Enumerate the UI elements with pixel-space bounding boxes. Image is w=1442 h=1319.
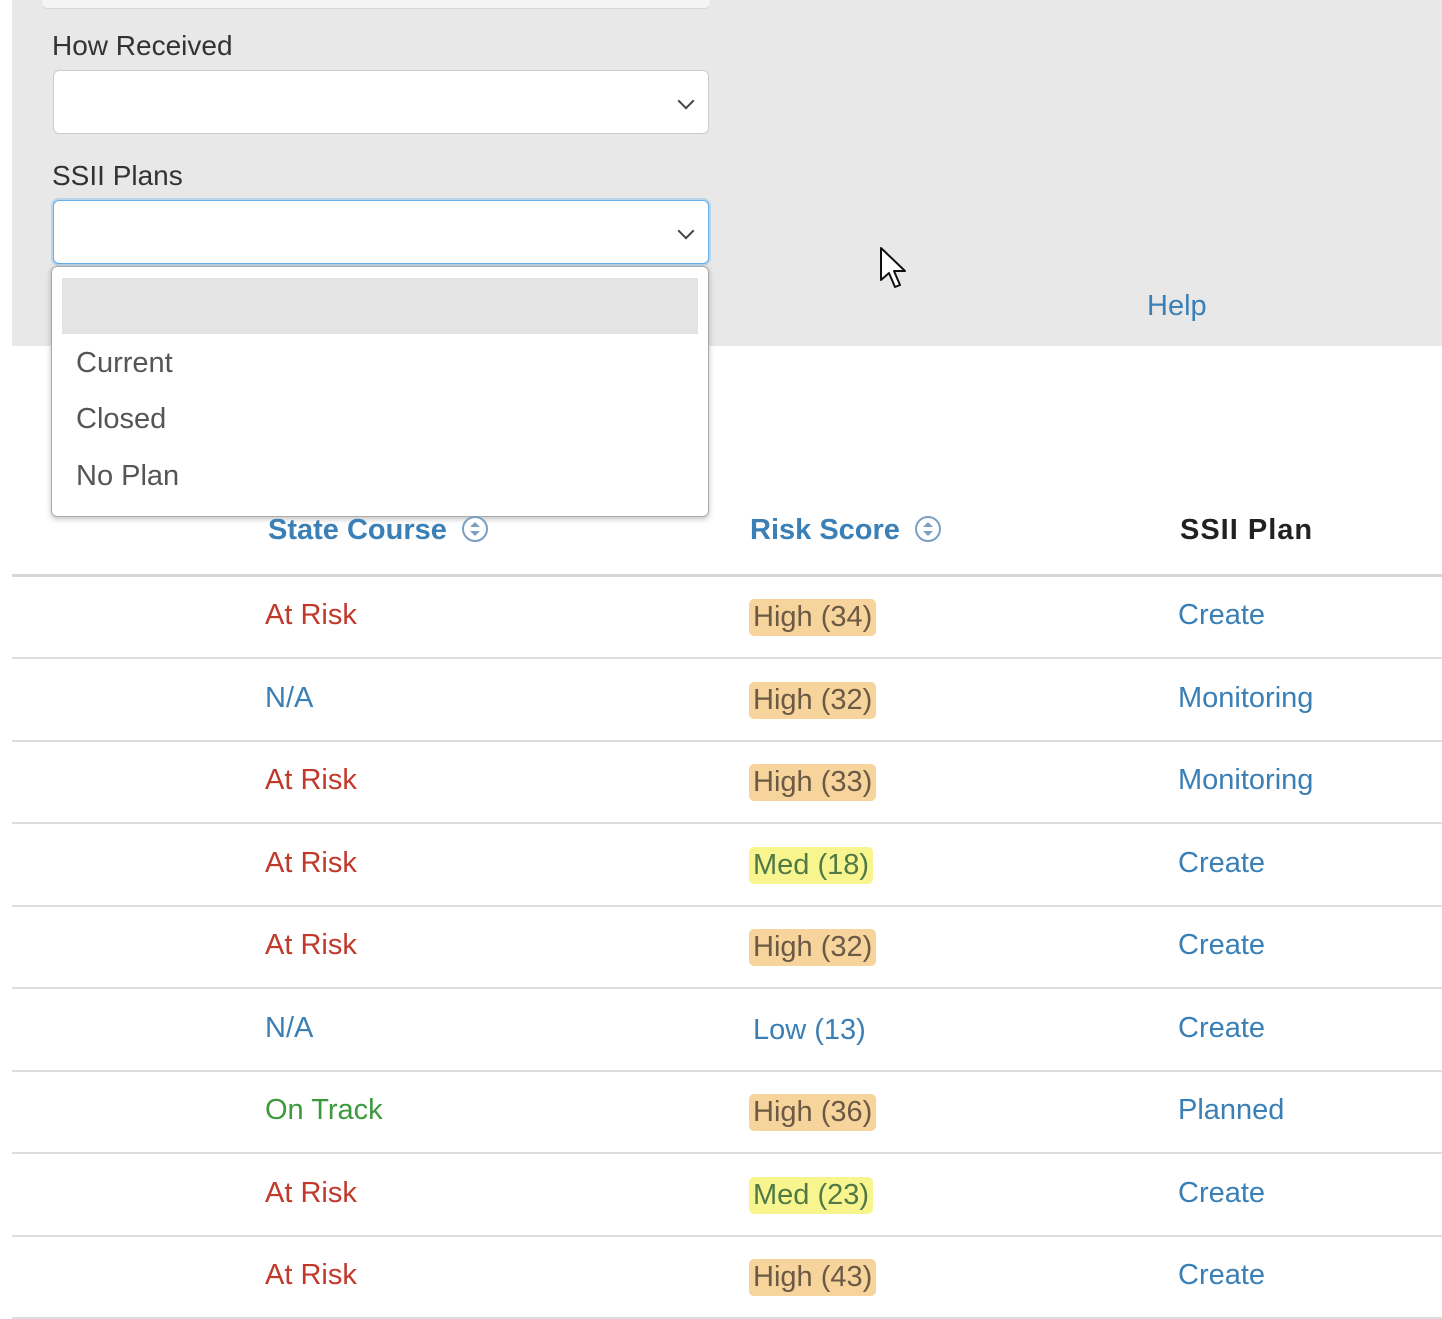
ssii-plan-link[interactable]: Create (1178, 1012, 1265, 1045)
how-received-select[interactable] (53, 70, 709, 134)
state-course-header-label: State Course (268, 514, 447, 546)
table-row: At Risk High (32) Create (12, 907, 1442, 989)
state-course-cell: At Risk (265, 1177, 357, 1209)
risk-badge: High (34) (749, 599, 877, 636)
table-row: N/A Low (13) Create (12, 990, 1442, 1072)
risk-score-cell: Med (23) (749, 1177, 874, 1214)
risk-score-cell: Low (13) (749, 1012, 870, 1049)
risk-score-cell: High (33) (749, 764, 877, 801)
ssii-plan-link[interactable]: Create (1178, 599, 1265, 632)
risk-score-header-label: Risk Score (750, 514, 900, 546)
column-header-state-course[interactable]: State Course (268, 514, 489, 547)
sort-icon[interactable] (461, 515, 489, 543)
table-row: At Risk Med (23) Create (12, 1155, 1442, 1237)
ssii-plan-link[interactable]: Create (1178, 847, 1265, 880)
state-course-cell: N/A (265, 1012, 314, 1044)
previous-field-edge (42, 0, 710, 9)
dropdown-option-closed[interactable]: Closed (76, 403, 166, 436)
risk-score-cell: High (32) (749, 929, 877, 966)
risk-badge: High (36) (749, 1094, 877, 1131)
state-course-cell: At Risk (265, 1259, 357, 1291)
state-course-cell: At Risk (265, 764, 357, 796)
state-course-cell: On Track (265, 1094, 383, 1126)
dropdown-option-no-plan[interactable]: No Plan (76, 460, 179, 493)
column-header-ssii-plan: SSII Plan (1180, 514, 1314, 546)
sort-icon[interactable] (914, 515, 942, 543)
table-row: At Risk High (33) Monitoring (12, 742, 1442, 824)
ssii-plans-dropdown: Current Closed No Plan (51, 266, 709, 517)
risk-badge: High (32) (749, 682, 877, 719)
risk-score-cell: High (36) (749, 1094, 877, 1131)
ssii-plan-link[interactable]: Create (1178, 929, 1265, 962)
ssii-plan-link[interactable]: Monitoring (1178, 682, 1313, 715)
state-course-cell: At Risk (265, 599, 357, 631)
mouse-pointer-icon (880, 247, 906, 288)
risk-badge: High (43) (749, 1259, 877, 1296)
ssii-plans-select[interactable] (53, 200, 709, 264)
chevron-down-icon (677, 222, 695, 240)
table-row: At Risk Med (18) Create (12, 825, 1442, 907)
help-link[interactable]: Help (1147, 290, 1207, 323)
dropdown-option-blank[interactable] (62, 278, 698, 334)
column-header-risk-score[interactable]: Risk Score (750, 514, 942, 547)
table-row: At Risk High (43) Create (12, 1237, 1442, 1319)
risk-badge: High (32) (749, 929, 877, 966)
state-course-cell: At Risk (265, 929, 357, 961)
state-course-cell: At Risk (265, 847, 357, 879)
ssii-plans-label: SSII Plans (52, 160, 183, 191)
risk-score-cell: High (34) (749, 599, 877, 636)
ssii-plan-link[interactable]: Create (1178, 1177, 1265, 1210)
risk-badge: Low (13) (753, 1014, 866, 1046)
dropdown-option-current[interactable]: Current (76, 347, 173, 380)
risk-score-cell: High (32) (749, 682, 877, 719)
chevron-down-icon (677, 92, 695, 110)
risk-score-cell: High (43) (749, 1259, 877, 1296)
ssii-plan-link[interactable]: Monitoring (1178, 764, 1313, 797)
table-row: On Track High (36) Planned (12, 1072, 1442, 1154)
state-course-cell: N/A (265, 682, 314, 714)
ssii-plan-link[interactable]: Create (1178, 1259, 1265, 1292)
table-row: At Risk High (34) Create (12, 577, 1442, 659)
risk-badge: Med (23) (749, 1177, 874, 1214)
risk-badge: High (33) (749, 764, 877, 801)
ssii-plan-link[interactable]: Planned (1178, 1094, 1284, 1127)
risk-score-cell: Med (18) (749, 847, 874, 884)
risk-badge: Med (18) (749, 847, 874, 884)
table-row: N/A High (32) Monitoring (12, 660, 1442, 742)
how-received-label: How Received (52, 30, 233, 61)
